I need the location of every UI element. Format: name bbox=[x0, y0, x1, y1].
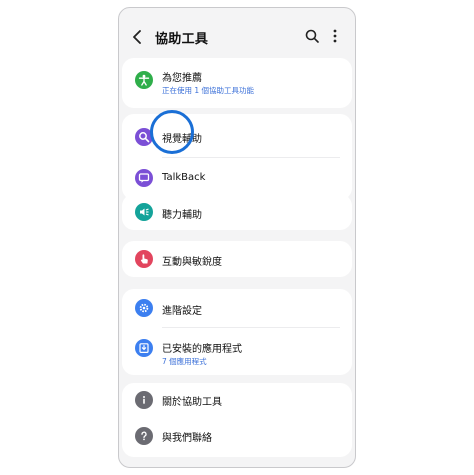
hearing-icon bbox=[135, 203, 153, 221]
about-label: 關於協助工具 bbox=[162, 397, 222, 408]
gear-icon bbox=[135, 299, 153, 317]
download-icon bbox=[135, 339, 153, 357]
app-bar: 協助工具 bbox=[119, 8, 355, 62]
vision-item[interactable]: 視覺輔助 bbox=[122, 114, 352, 157]
hearing-item[interactable]: 聽力輔助 bbox=[122, 194, 352, 230]
info-icon bbox=[135, 391, 153, 409]
back-arrow-icon[interactable] bbox=[131, 30, 143, 44]
contact-item[interactable]: 與我們聯絡 bbox=[122, 420, 352, 457]
hearing-card: 聽力輔助 bbox=[122, 194, 352, 230]
contact-label: 與我們聯絡 bbox=[162, 433, 212, 444]
about-item[interactable]: 關於協助工具 bbox=[122, 383, 352, 420]
recommended-card: 為您推薦 正在使用 1 個協助工具功能 bbox=[122, 58, 352, 108]
about-card: 關於協助工具 與我們聯絡 bbox=[122, 383, 352, 457]
advanced-settings-item[interactable]: 進階設定 bbox=[122, 289, 352, 327]
search-icon[interactable] bbox=[305, 29, 319, 43]
phone-screen: 協助工具 為您推薦 正在使用 1 個協助工具功能 視覺輔助 TalkBack 聽… bbox=[118, 7, 356, 468]
hearing-label: 聽力輔助 bbox=[162, 210, 202, 221]
recommended-item[interactable]: 為您推薦 正在使用 1 個協助工具功能 bbox=[122, 58, 352, 108]
vision-label: 視覺輔助 bbox=[162, 134, 202, 145]
accessibility-person-icon bbox=[135, 71, 153, 89]
recommended-label: 為您推薦 bbox=[162, 73, 202, 84]
vision-card: 視覺輔助 TalkBack bbox=[122, 114, 352, 200]
interaction-card: 互動與敏銳度 bbox=[122, 241, 352, 277]
interaction-item[interactable]: 互動與敏銳度 bbox=[122, 241, 352, 277]
magnifier-icon bbox=[135, 128, 153, 146]
advanced-settings-label: 進階設定 bbox=[162, 306, 202, 317]
installed-apps-item[interactable]: 已安裝的應用程式 7 個應用程式 bbox=[122, 327, 352, 375]
recommended-subtext: 正在使用 1 個協助工具功能 bbox=[162, 86, 255, 95]
interaction-label: 互動與敏銳度 bbox=[162, 257, 222, 268]
talkback-label: TalkBack bbox=[162, 172, 206, 183]
more-options-icon[interactable] bbox=[333, 29, 337, 43]
speech-bubble-icon bbox=[135, 169, 153, 187]
touch-hand-icon bbox=[135, 250, 153, 268]
settings-card: 進階設定 已安裝的應用程式 7 個應用程式 bbox=[122, 289, 352, 375]
installed-apps-subtext: 7 個應用程式 bbox=[162, 357, 207, 366]
installed-apps-label: 已安裝的應用程式 bbox=[162, 344, 242, 355]
page-title: 協助工具 bbox=[155, 32, 209, 47]
help-question-icon bbox=[135, 427, 153, 445]
